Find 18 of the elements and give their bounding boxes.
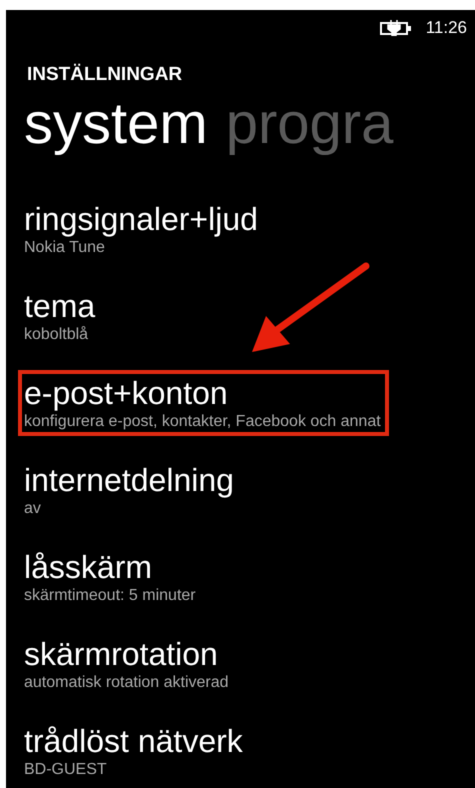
setting-title[interactable]: internetdelning	[24, 461, 234, 499]
setting-title[interactable]: trådlöst nätverk	[24, 722, 243, 760]
status-time: 11:26	[426, 18, 467, 38]
setting-subtitle: automatisk rotation aktiverad	[24, 673, 229, 693]
pivot-header[interactable]: system	[24, 88, 208, 160]
setting-title[interactable]: tema	[24, 287, 96, 325]
setting-title[interactable]: skärmrotation	[24, 635, 229, 673]
setting-title[interactable]: ringsignaler+ljud	[24, 200, 258, 238]
setting-subtitle: BD-GUEST	[24, 760, 108, 780]
app-title: INSTÄLLNINGAR	[26, 62, 184, 86]
setting-subtitle: Nokia Tune	[24, 238, 106, 258]
battery-charging-icon	[380, 20, 412, 36]
setting-subtitle: koboltblå	[24, 325, 90, 345]
setting-subtitle: av	[24, 499, 42, 519]
setting-subtitle: skärmtimeout: 5 minuter	[24, 586, 196, 606]
setting-title[interactable]: e-post+konton	[24, 374, 381, 412]
setting-title[interactable]: låsskärm	[24, 548, 196, 586]
setting-subtitle: konfigurera e-post, kontakter, Facebook och annat	[24, 412, 381, 432]
